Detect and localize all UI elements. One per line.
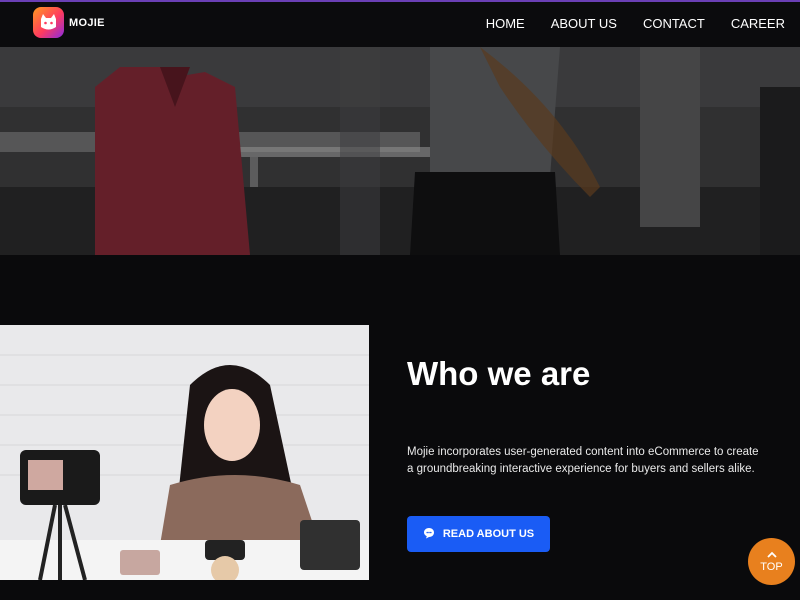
cat-face-icon xyxy=(33,7,64,38)
nav-item-contact[interactable]: CONTACT xyxy=(643,16,705,31)
brand-logo[interactable]: MOJIE xyxy=(33,7,105,38)
section-description: Mojie incorporates user-generated conten… xyxy=(407,446,759,475)
about-image xyxy=(0,325,369,580)
page: MOJIE HOME ABOUT US CONTACT CAREER Who w… xyxy=(0,0,800,600)
hero-image xyxy=(0,47,800,255)
chevron-up-icon xyxy=(766,551,777,560)
section-title: Who we are xyxy=(407,355,591,392)
nav-item-about[interactable]: ABOUT US xyxy=(551,16,617,31)
nav-links: HOME ABOUT US CONTACT CAREER xyxy=(486,16,785,31)
brand-name: MOJIE xyxy=(69,16,105,29)
scroll-top-label: TOP xyxy=(760,560,783,573)
read-about-us-label: READ ABOUT US xyxy=(442,528,535,540)
chat-bubble-icon xyxy=(423,527,435,542)
nav-item-home[interactable]: HOME xyxy=(486,16,525,31)
navbar: MOJIE HOME ABOUT US CONTACT CAREER xyxy=(0,2,800,47)
scroll-top-button[interactable]: TOP xyxy=(748,538,795,585)
read-about-us-button[interactable]: READ ABOUT US xyxy=(407,516,550,552)
nav-item-career[interactable]: CAREER xyxy=(731,16,785,31)
